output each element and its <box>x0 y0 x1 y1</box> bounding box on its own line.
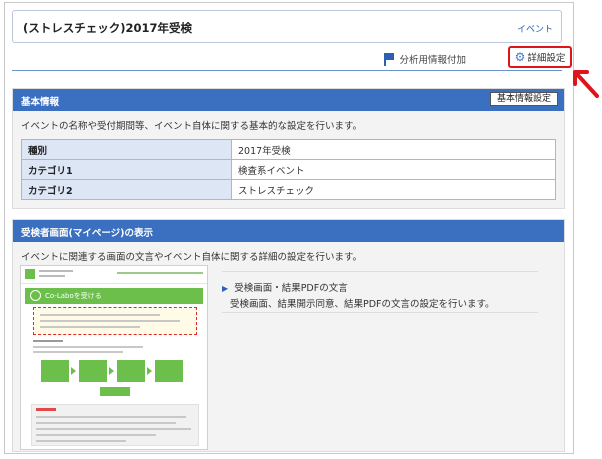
row-value: 2017年受検 <box>231 139 556 160</box>
preview-banner-text: Co-Laboを受ける <box>45 292 102 300</box>
mypage-title: 受検者画面(マイページ)の表示 <box>21 228 153 239</box>
preview-step <box>41 360 69 382</box>
preview-step-arrow <box>109 367 114 375</box>
exam-screen-text-description: 受検画面、結果開示同意、結果PDFの文言の設定を行います。 <box>230 299 495 310</box>
preview-logo <box>25 269 35 279</box>
preview-text-line <box>36 428 191 430</box>
preview-text-line <box>39 270 73 272</box>
table-row: カテゴリ2 ストレスチェック <box>21 179 556 200</box>
detail-settings-label: 詳細設定 <box>527 53 566 64</box>
table-row: 種別 2017年受検 <box>21 139 556 160</box>
event-title-bar: (ストレスチェック)2017年受検 イベント <box>12 10 562 43</box>
analysis-info-label: 分析用情報付加 <box>399 55 466 66</box>
event-tag[interactable]: イベント <box>517 22 553 35</box>
table-row: カテゴリ1 検査系イベント <box>21 159 556 180</box>
triangle-bullet-icon: ▶ <box>222 284 229 293</box>
preview-text-line <box>33 346 143 348</box>
preview-text-line <box>40 314 160 316</box>
basic-info-table: 種別 2017年受検 カテゴリ1 検査系イベント カテゴリ2 ストレスチェック <box>21 139 556 200</box>
preview-notes-box <box>31 404 199 446</box>
flag-icon <box>383 52 395 66</box>
preview-text-line <box>36 434 156 436</box>
mypage-heading: 受検者画面(マイページ)の表示 <box>13 220 564 242</box>
divider <box>222 312 538 313</box>
preview-text-line <box>40 326 140 328</box>
detail-settings-button[interactable]: ⚙ 詳細設定 <box>508 46 572 68</box>
preview-text-line <box>36 440 126 442</box>
red-arrow-icon <box>573 70 599 98</box>
preview-banner: Co-Laboを受ける <box>25 288 203 304</box>
preview-header <box>21 266 207 284</box>
preview-step-arrow <box>71 367 76 375</box>
preview-text-line <box>36 416 186 418</box>
preview-text-line <box>39 275 65 277</box>
divider <box>222 271 538 272</box>
preview-nav-line <box>117 272 203 274</box>
basic-info-heading: 基本情報 基本情報設定 <box>13 89 564 111</box>
preview-notice-box <box>33 307 197 335</box>
mypage-preview-thumbnail[interactable]: Co-Laboを受ける <box>20 265 208 450</box>
basic-info-title: 基本情報 <box>21 97 60 108</box>
basic-info-description: イベントの名称や受付期間等、イベント自体に関する基本的な設定を行います。 <box>21 121 363 132</box>
exam-screen-text-label: 受検画面・結果PDFの文言 <box>234 283 348 294</box>
toolbar: 分析用情報付加 ⚙ 詳細設定 <box>12 46 572 71</box>
preview-step <box>155 360 183 382</box>
preview-step <box>117 360 145 382</box>
preview-step-arrow <box>147 367 152 375</box>
row-key: 種別 <box>21 139 232 160</box>
preview-text-line <box>33 351 123 353</box>
basic-info-section: 基本情報 基本情報設定 イベントの名称や受付期間等、イベント自体に関する基本的な… <box>12 88 565 209</box>
preview-text-line <box>36 422 176 424</box>
row-key: カテゴリ1 <box>21 159 232 180</box>
analysis-info-button[interactable]: 分析用情報付加 <box>383 52 466 66</box>
exam-screen-text-link[interactable]: ▶ 受検画面・結果PDFの文言 <box>222 280 348 294</box>
row-key: カテゴリ2 <box>21 179 232 200</box>
preview-notes-title <box>36 408 56 411</box>
preview-text-line <box>33 340 63 342</box>
gear-icon: ⚙ <box>514 50 526 64</box>
preview-start-button <box>100 387 130 396</box>
preview-step <box>79 360 107 382</box>
row-value: ストレスチェック <box>231 179 556 200</box>
preview-text-line <box>40 320 180 322</box>
row-value: 検査系イベント <box>231 159 556 180</box>
page-title: (ストレスチェック)2017年受検 <box>23 21 193 35</box>
basic-info-settings-button[interactable]: 基本情報設定 <box>489 92 558 106</box>
check-circle-icon <box>30 290 41 301</box>
